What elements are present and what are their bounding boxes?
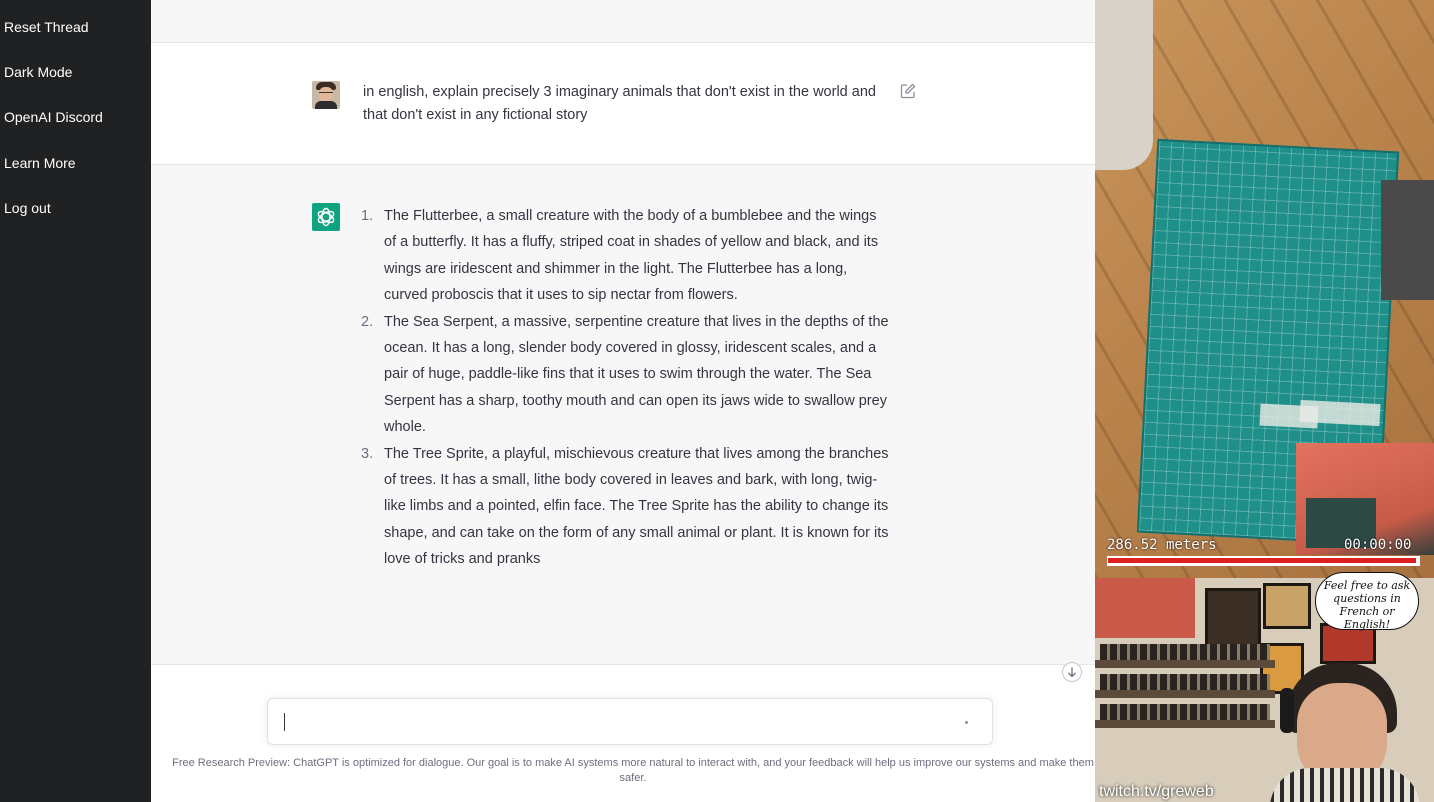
- footer-disclaimer: Free Research Preview: ChatGPT is optimi…: [172, 757, 1094, 784]
- stream-overlay: 286.52 meters 00:00:00 Feel free to ask …: [1095, 0, 1434, 802]
- assistant-message-row: 1. The Flutterbee, a small creature with…: [151, 165, 1095, 665]
- channel-watermark: twitch.tv/greweb: [1099, 783, 1214, 800]
- scroll-to-bottom-button[interactable]: [1062, 662, 1082, 682]
- user-avatar: [312, 81, 340, 109]
- text-caret: [284, 713, 285, 731]
- list-number: 1.: [361, 208, 374, 224]
- sidebar-item-reset-thread[interactable]: Reset Thread: [4, 19, 89, 35]
- list-item: 1. The Flutterbee, a small creature with…: [361, 203, 891, 309]
- overhead-camera-feed: 286.52 meters 00:00:00: [1095, 0, 1434, 578]
- top-bar: [151, 0, 1095, 43]
- arrow-down-icon: [1068, 667, 1076, 678]
- list-item: 2. The Sea Serpent, a massive, serpentin…: [361, 309, 891, 441]
- speech-bubble: Feel free to ask questions in French or …: [1315, 572, 1419, 631]
- chat-main: in english, explain precisely 3 imaginar…: [151, 0, 1095, 802]
- sidebar: Reset Thread Dark Mode OpenAI Discord Le…: [0, 0, 151, 802]
- face-camera-feed: Feel free to ask questions in French or …: [1095, 572, 1434, 802]
- message-input[interactable]: [282, 709, 942, 733]
- timer-readout: 00:00:00: [1344, 537, 1412, 553]
- list-number: 2.: [361, 313, 374, 330]
- list-item-text: The Tree Sprite, a playful, mischievous …: [384, 445, 889, 568]
- openai-logo-icon: [312, 203, 340, 231]
- list-number: 3.: [361, 445, 374, 462]
- sidebar-item-openai-discord[interactable]: OpenAI Discord: [4, 109, 103, 125]
- sidebar-item-dark-mode[interactable]: Dark Mode: [4, 64, 72, 80]
- send-button[interactable]: [965, 721, 968, 724]
- edit-icon[interactable]: [900, 83, 916, 99]
- user-message-row: in english, explain precisely 3 imaginar…: [151, 43, 1095, 165]
- list-item-text: The Sea Serpent, a massive, serpentine c…: [384, 313, 889, 436]
- progress-bar-fill: [1108, 558, 1416, 563]
- list-item-text: The Flutterbee, a small creature with th…: [384, 208, 879, 304]
- distance-readout: 286.52 meters: [1107, 537, 1217, 553]
- user-message-text: in english, explain precisely 3 imaginar…: [363, 84, 876, 123]
- message-composer: [267, 698, 993, 745]
- sidebar-item-log-out[interactable]: Log out: [4, 200, 51, 216]
- progress-bar: [1107, 556, 1420, 566]
- list-item: 3. The Tree Sprite, a playful, mischievo…: [361, 441, 891, 573]
- sidebar-item-learn-more[interactable]: Learn More: [4, 155, 76, 171]
- answer-list: 1. The Flutterbee, a small creature with…: [361, 203, 891, 573]
- plotter-machine: [1381, 180, 1434, 300]
